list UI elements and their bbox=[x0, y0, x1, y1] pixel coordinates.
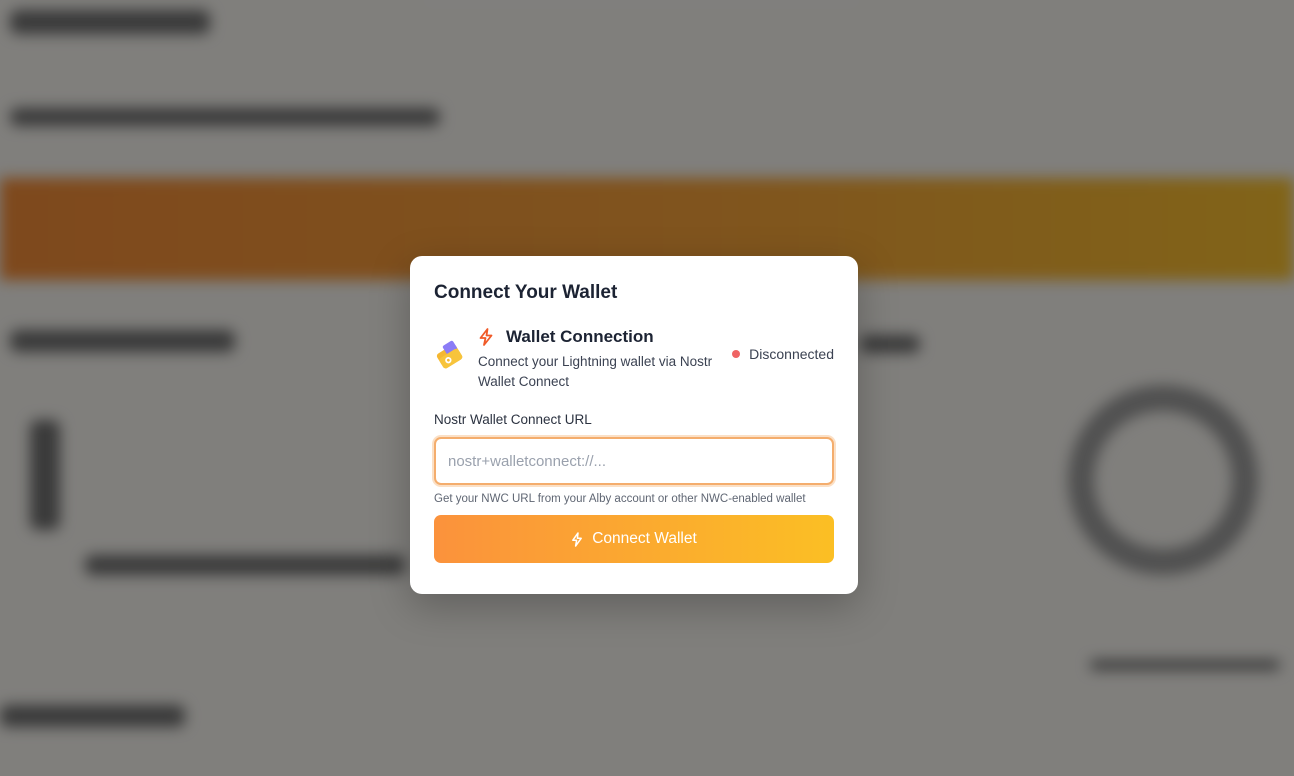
lightning-bolt-icon bbox=[479, 328, 493, 346]
wallet-connection-title: Wallet Connection bbox=[506, 327, 654, 346]
wallet-plug-icon bbox=[436, 340, 463, 369]
wallet-connection-heading: Wallet Connection bbox=[478, 326, 718, 348]
connect-wallet-modal: Connect Your Wallet Wallet Connection Co… bbox=[410, 256, 858, 594]
connection-status-badge: Disconnected bbox=[732, 346, 834, 362]
status-dot-icon bbox=[732, 350, 741, 358]
lightning-bolt-icon bbox=[572, 531, 583, 547]
modal-title: Connect Your Wallet bbox=[434, 282, 618, 303]
nwc-url-label: Nostr Wallet Connect URL bbox=[434, 412, 592, 427]
wallet-connection-card: Wallet Connection Connect your Lightning… bbox=[434, 326, 834, 392]
wallet-connection-description: Connect your Lightning wallet via Nostr … bbox=[478, 354, 713, 389]
connect-wallet-button[interactable]: Connect Wallet bbox=[434, 515, 834, 563]
nwc-url-input[interactable] bbox=[434, 437, 834, 485]
nwc-url-hint: Get your NWC URL from your Alby account … bbox=[434, 493, 806, 505]
connection-status-text: Disconnected bbox=[749, 346, 834, 362]
wallet-connection-text: Wallet Connection Connect your Lightning… bbox=[478, 326, 718, 392]
connect-wallet-button-label: Connect Wallet bbox=[592, 530, 697, 547]
